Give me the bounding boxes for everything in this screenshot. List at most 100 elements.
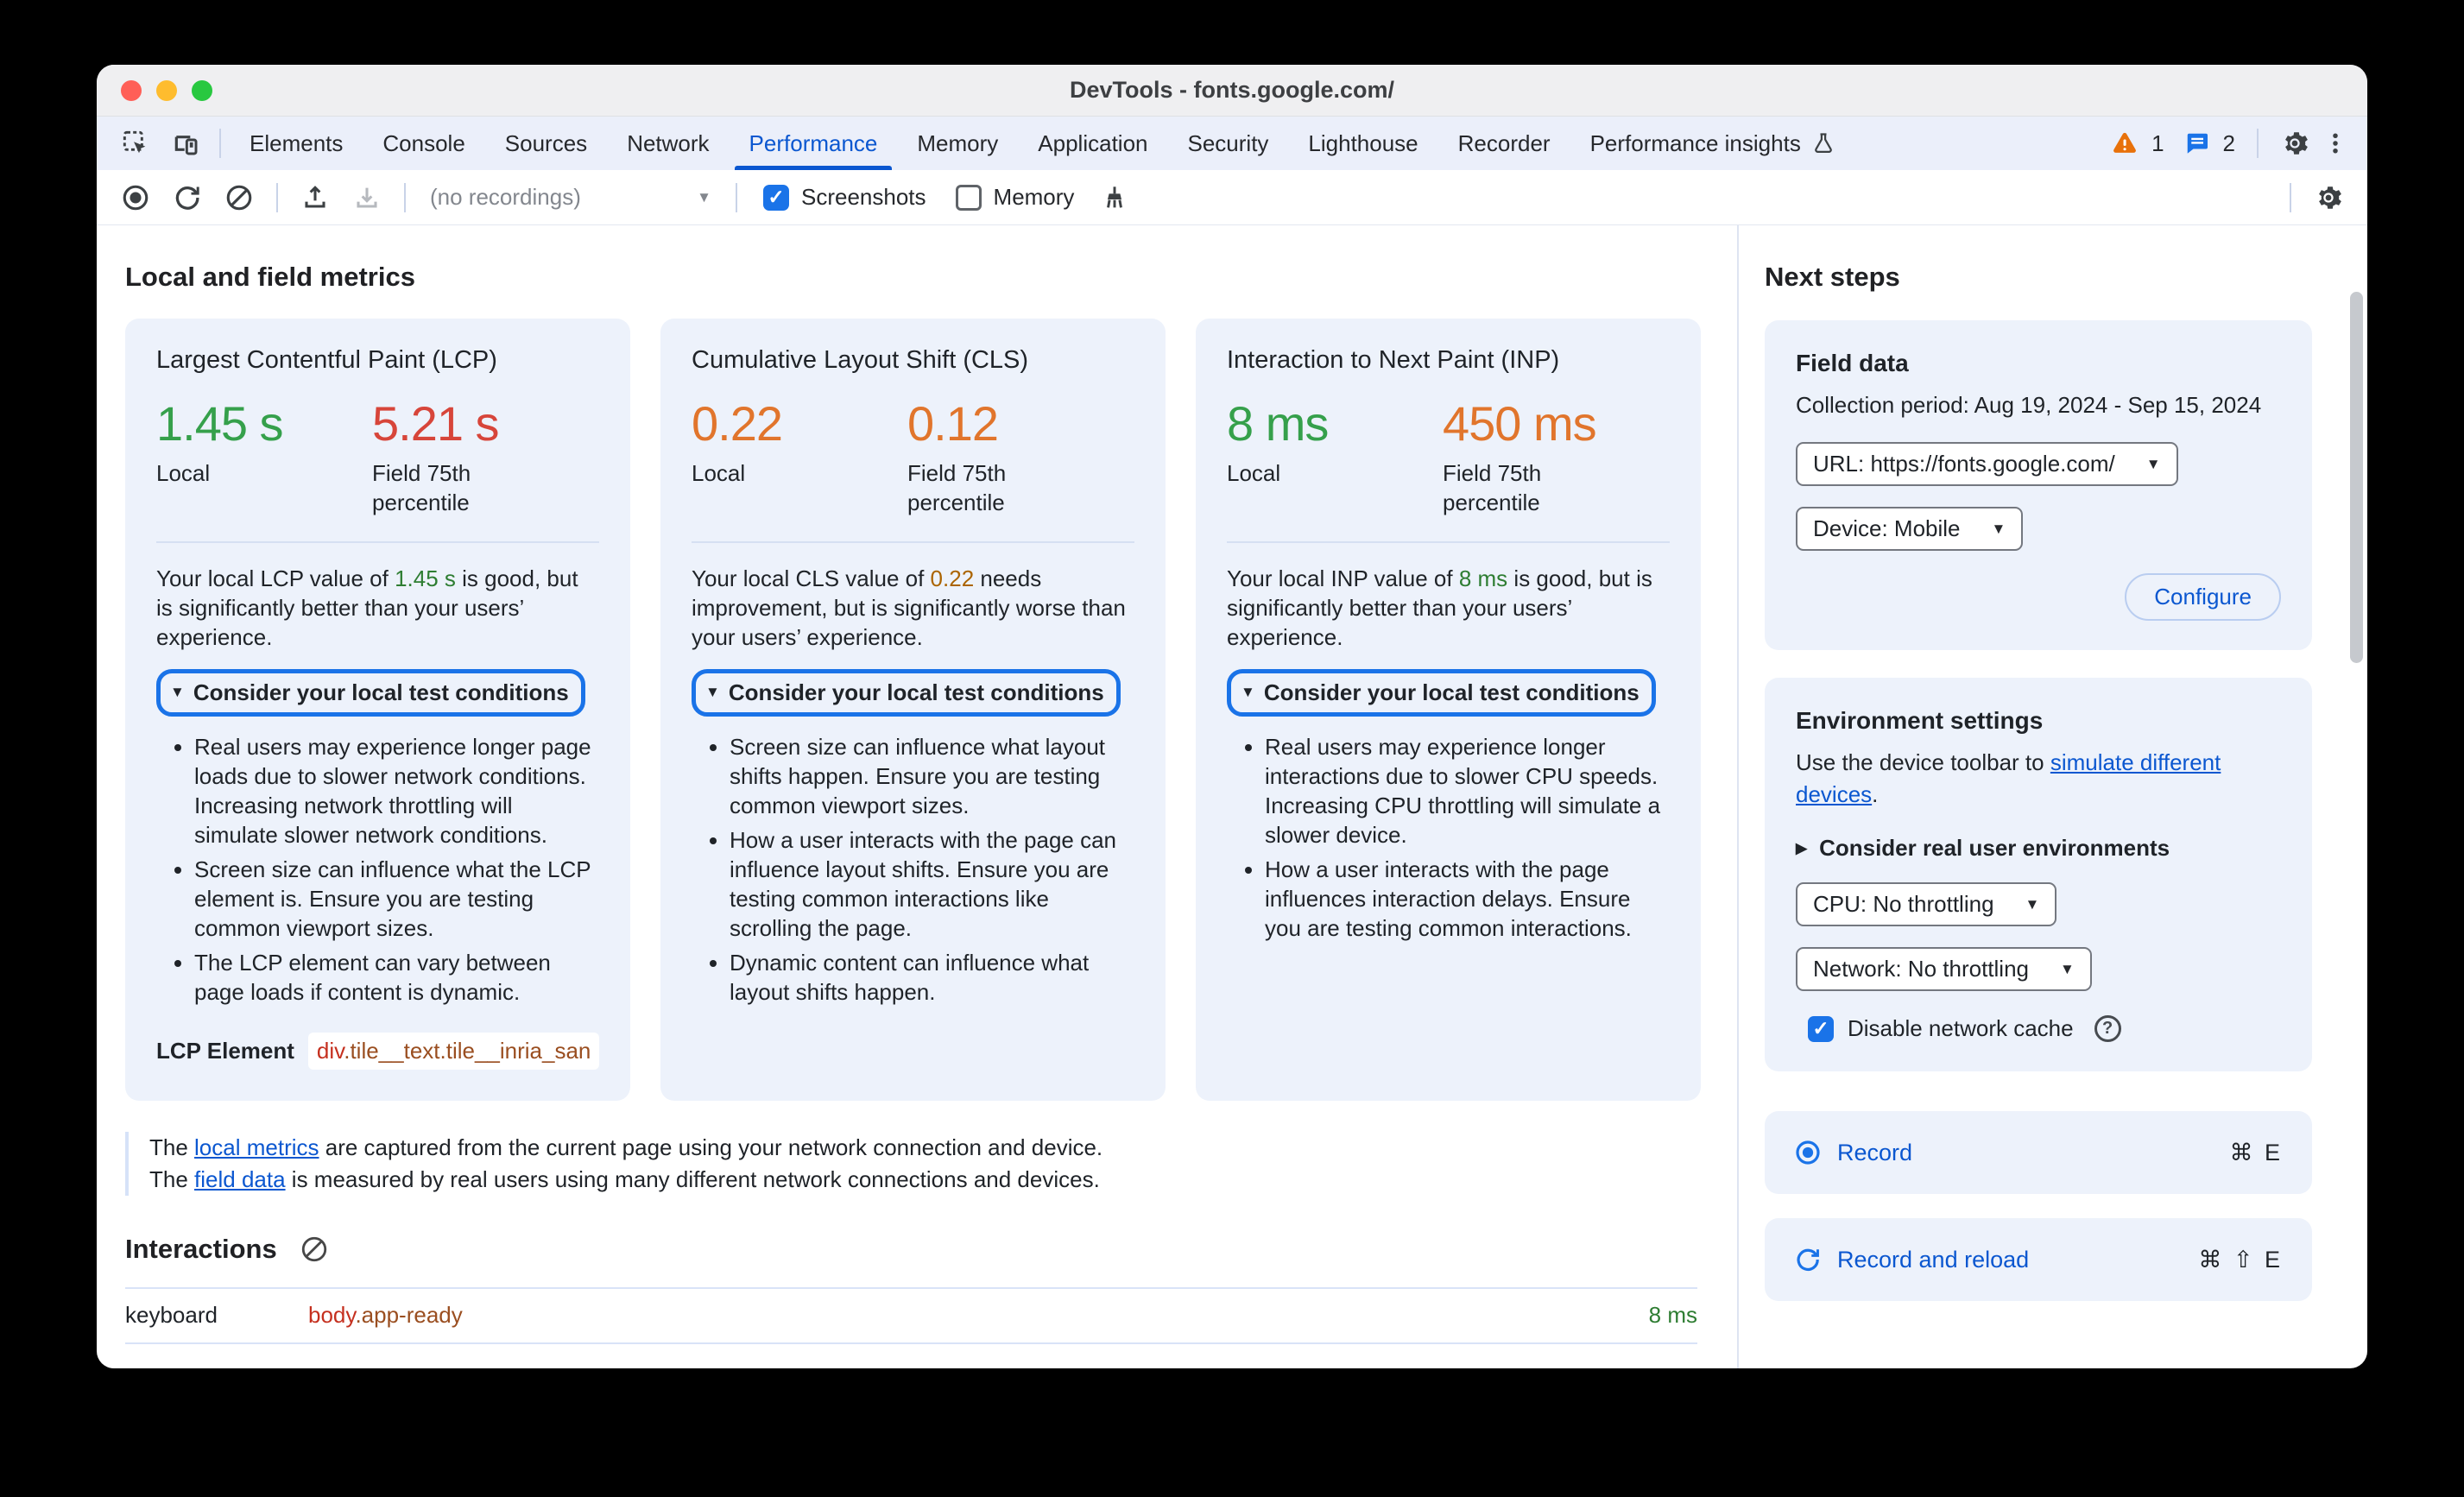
triangle-down-icon: ▼ — [1241, 684, 1255, 701]
interactions-heading: Interactions — [125, 1233, 277, 1264]
experiment-flask-icon — [1811, 131, 1835, 155]
record-action-label: Record — [1837, 1139, 1913, 1165]
scrollbar-thumb[interactable] — [2350, 292, 2363, 663]
tabbar-separator — [219, 129, 221, 158]
issues-count[interactable]: 2 — [2223, 130, 2235, 157]
warning-count[interactable]: 1 — [2151, 130, 2164, 157]
tabbar-right-separator — [2257, 129, 2259, 158]
tab-lighthouse[interactable]: Lighthouse — [1288, 117, 1437, 170]
interaction-type: keyboard — [125, 1302, 218, 1329]
panel-settings-gear-icon[interactable] — [2305, 175, 2352, 220]
record-and-reload-button[interactable] — [164, 175, 211, 220]
cpu-throttling-select[interactable]: CPU: No throttling ▼ — [1796, 882, 2057, 926]
tab-console[interactable]: Console — [363, 117, 484, 170]
list-item: Dynamic content can influence what layou… — [730, 948, 1134, 1007]
toolbar-separator-2 — [404, 182, 406, 212]
record-and-reload-action-row[interactable]: Record and reload ⌘ ⇧ E — [1765, 1218, 2312, 1301]
chevron-down-icon: ▼ — [2145, 456, 2161, 472]
clear-button[interactable] — [216, 175, 262, 220]
lcp-description: Your local LCP value of 1.45 s is good, … — [156, 565, 578, 650]
tab-security[interactable]: Security — [1168, 117, 1289, 170]
sidebar-heading: Next steps — [1765, 262, 1900, 292]
field-data-card: Field data Collection period: Aug 19, 20… — [1765, 320, 2312, 650]
help-icon[interactable]: ? — [2094, 1015, 2121, 1042]
field-data-link[interactable]: field data — [194, 1166, 286, 1192]
chevron-down-icon: ▼ — [2025, 896, 2040, 913]
device-toolbar-button[interactable] — [161, 121, 211, 166]
tab-elements[interactable]: Elements — [230, 117, 363, 170]
lcp-element-link[interactable]: div.tile__text.tile__inria_san — [307, 1032, 599, 1070]
screenshots-toggle[interactable]: ✓ Screenshots — [763, 184, 926, 211]
tab-recorder[interactable]: Recorder — [1438, 117, 1570, 170]
performance-toolbar: (no recordings) ▼ ✓ Screenshots Memory — [97, 170, 2367, 225]
inspect-element-button[interactable] — [111, 121, 161, 166]
window-title: DevTools - fonts.google.com/ — [1069, 77, 1394, 103]
memory-checkbox[interactable] — [955, 184, 982, 211]
minimize-window-button[interactable] — [156, 79, 177, 101]
inp-test-conditions-disclosure[interactable]: ▼ Consider your local test conditions — [1227, 668, 1656, 717]
warning-icon[interactable] — [2111, 129, 2139, 157]
issues-message-icon[interactable] — [2184, 130, 2210, 156]
close-window-button[interactable] — [121, 79, 142, 101]
devtools-tabbar: Elements Console Sources Network Perform… — [97, 117, 2367, 170]
record-button[interactable] — [112, 175, 159, 220]
tab-performance-insights[interactable]: Performance insights — [1570, 117, 1855, 170]
lcp-element-label: LCP Element — [156, 1037, 294, 1064]
lcp-field-value: 5.21 s — [372, 396, 500, 451]
more-options-kebab-icon[interactable] — [2322, 130, 2348, 156]
environment-settings-heading: Environment settings — [1796, 707, 2044, 734]
tab-network[interactable]: Network — [607, 117, 729, 170]
local-metrics-link[interactable]: local metrics — [194, 1134, 319, 1160]
screenshots-checkbox[interactable]: ✓ — [763, 184, 789, 211]
network-throttling-select[interactable]: Network: No throttling ▼ — [1796, 947, 2092, 991]
recordings-select[interactable]: (no recordings) ▼ — [420, 184, 722, 211]
record-and-reload-action-label: Record and reload — [1837, 1246, 2030, 1273]
interaction-target-link[interactable]: body.app-ready — [308, 1302, 463, 1329]
triangle-right-icon: ▶ — [1796, 839, 1808, 856]
settings-gear-icon[interactable] — [2280, 129, 2309, 158]
card-divider — [1227, 540, 1670, 543]
interaction-duration: 8 ms — [1648, 1302, 1697, 1329]
interaction-row[interactable]: keyboard body.app-ready 8 ms — [125, 1286, 1697, 1344]
tab-application[interactable]: Application — [1018, 117, 1167, 170]
disable-network-cache-checkbox[interactable]: ✓ — [1808, 1015, 1834, 1042]
card-divider — [692, 540, 1134, 543]
url-select[interactable]: URL: https://fonts.google.com/ ▼ — [1796, 442, 2178, 486]
triangle-down-icon: ▼ — [170, 684, 185, 701]
chevron-down-icon: ▼ — [697, 189, 711, 205]
cls-description: Your local CLS value of 0.22 needs impro… — [692, 565, 1126, 650]
metrics-footnote: The local metrics are captured from the … — [125, 1131, 1697, 1196]
save-profile-button[interactable] — [344, 175, 390, 220]
record-and-reload-icon — [1794, 1246, 1822, 1273]
list-item: How a user interacts with the page influ… — [1265, 855, 1670, 943]
tab-memory[interactable]: Memory — [897, 117, 1018, 170]
device-select[interactable]: Device: Mobile ▼ — [1796, 507, 2024, 551]
real-user-environments-disclosure[interactable]: ▶ Consider real user environments — [1796, 835, 2281, 862]
metric-card-title: Cumulative Layout Shift (CLS) — [692, 346, 1029, 374]
lcp-metric-card: Largest Contentful Paint (LCP) 1.45 s Lo… — [125, 319, 630, 1101]
tab-sources[interactable]: Sources — [485, 117, 607, 170]
list-item: Real users may experience longer interac… — [1265, 732, 1670, 850]
panel-content: Local and field metrics Largest Contentf… — [97, 225, 2367, 1368]
page-title: Local and field metrics — [125, 262, 415, 292]
configure-button[interactable]: Configure — [2125, 573, 2281, 621]
zoom-window-button[interactable] — [192, 79, 212, 101]
cls-test-conditions-disclosure[interactable]: ▼ Consider your local test conditions — [692, 668, 1121, 717]
inp-local-value: 8 ms — [1227, 396, 1329, 451]
cls-test-conditions-list: Screen size can influence what layout sh… — [692, 732, 1134, 1012]
inp-field-value: 450 ms — [1443, 396, 1597, 451]
inp-description: Your local INP value of 8 ms is good, bu… — [1227, 565, 1652, 650]
collect-garbage-button[interactable] — [1091, 175, 1138, 220]
lcp-local-value: 1.45 s — [156, 396, 284, 451]
list-item: Screen size can influence what the LCP e… — [194, 855, 599, 943]
load-profile-button[interactable] — [292, 175, 338, 220]
tab-performance[interactable]: Performance — [730, 117, 898, 170]
next-steps-sidebar: Next steps Field data Collection period:… — [1737, 225, 2367, 1368]
disable-network-cache-toggle[interactable]: ✓ Disable network cache ? — [1796, 1015, 2281, 1042]
record-action-row[interactable]: Record ⌘ E — [1765, 1111, 2312, 1194]
memory-toggle[interactable]: Memory — [955, 184, 1074, 211]
lcp-test-conditions-disclosure[interactable]: ▼ Consider your local test conditions — [156, 668, 585, 717]
cls-field-value: 0.12 — [907, 396, 999, 451]
clear-interactions-icon[interactable] — [300, 1235, 329, 1264]
field-data-heading: Field data — [1796, 350, 1909, 376]
